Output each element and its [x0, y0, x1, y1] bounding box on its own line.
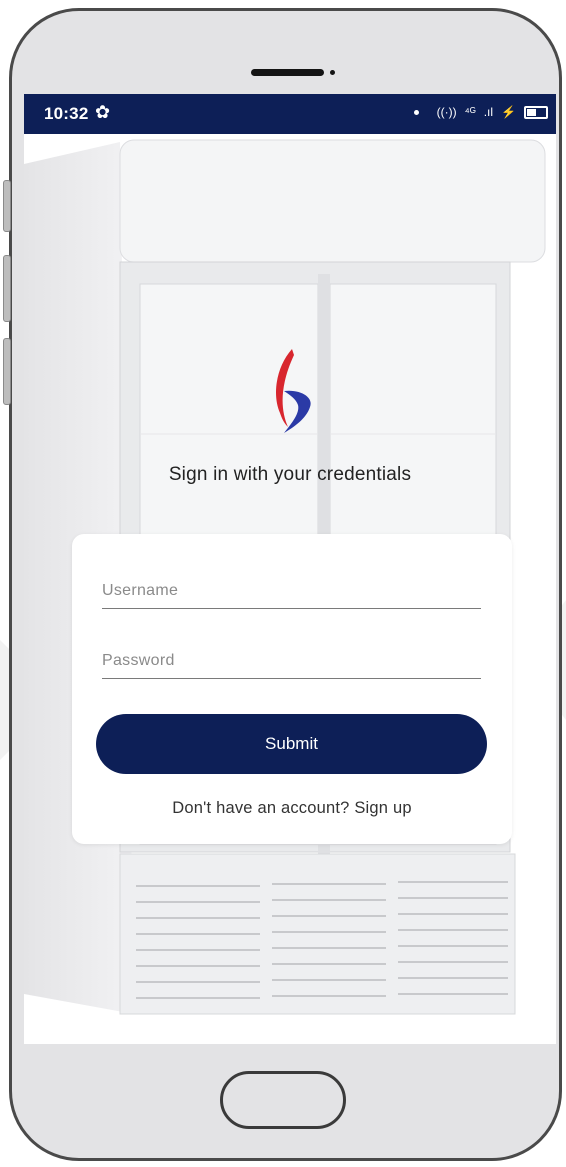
password-placeholder: Password [102, 652, 175, 669]
brand-logo-icon [276, 349, 311, 433]
volume-up-button [3, 180, 11, 232]
username-field[interactable]: Username [102, 578, 481, 609]
hotspot-icon: ((·)) [436, 105, 457, 119]
volume-down-button [3, 255, 11, 322]
status-icons: ((·)) ⁴ᴳ .ıl ⚡ [413, 105, 548, 119]
password-field[interactable]: Password [102, 648, 481, 679]
charging-icon: ⚡ [501, 105, 516, 119]
notification-dot-icon [413, 109, 419, 115]
signal-icon: .ıl [483, 105, 494, 119]
status-bar: 10:32 ✿ ((·)) ⁴ᴳ .ıl ⚡ [24, 94, 556, 134]
phone-camera [330, 70, 335, 75]
signup-link[interactable]: Don't have an account? Sign up [72, 799, 512, 818]
phone-speaker [251, 69, 324, 76]
submit-button[interactable]: Submit [96, 714, 487, 774]
app-screen: 10:32 ✿ ((·)) ⁴ᴳ .ıl ⚡ Sign in with your… [24, 94, 556, 1044]
username-placeholder: Username [102, 582, 179, 599]
gear-icon: ✿ [95, 102, 111, 122]
signin-subtitle: Sign in with your credentials [168, 464, 412, 485]
login-card: Username Password Submit Don't have an a… [72, 534, 512, 844]
status-time: 10:32 [44, 104, 89, 123]
network-type-icon: ⁴ᴳ [464, 105, 476, 119]
battery-icon [524, 105, 548, 119]
home-button [220, 1071, 346, 1129]
power-button [3, 338, 11, 405]
